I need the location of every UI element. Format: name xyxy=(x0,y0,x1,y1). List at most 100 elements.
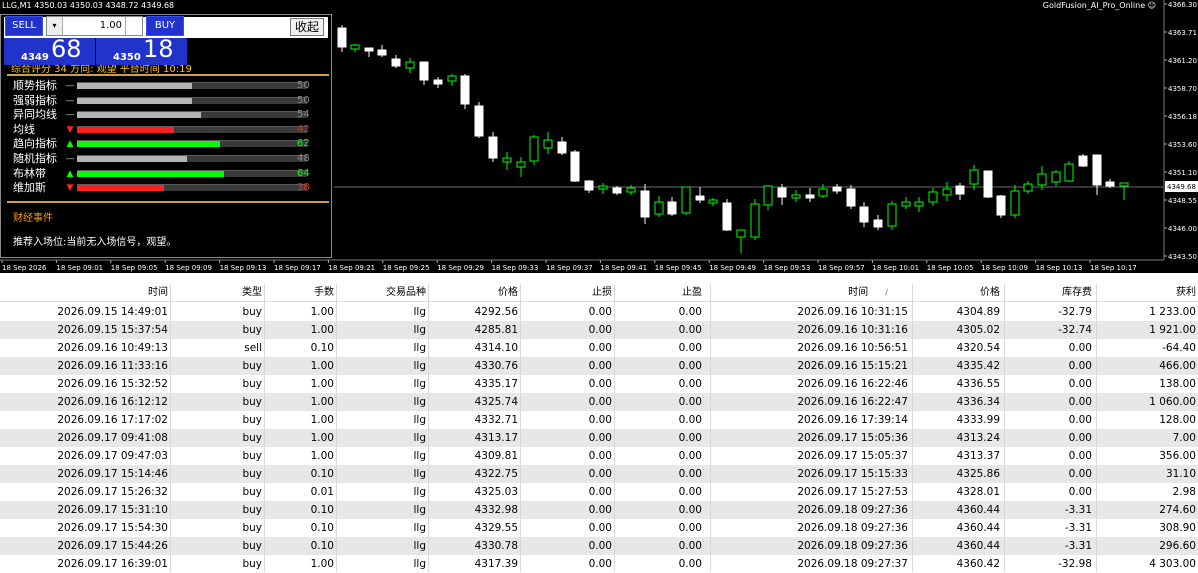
cell-lots: 1.00 xyxy=(310,396,334,408)
candle-body xyxy=(364,47,374,52)
table-row[interactable]: 2026.09.17 09:47:03 buy 1.00 llg 4309.81 0.00… xyxy=(0,447,1198,465)
cell-symbol: llg xyxy=(413,324,427,336)
cell-sl: 0.00 xyxy=(588,396,612,408)
candle-body xyxy=(791,194,801,199)
time-tick-label: 18 Sep 10:01 xyxy=(872,264,919,272)
candle-body xyxy=(969,169,979,185)
cell-tp: 0.00 xyxy=(678,558,702,570)
cell-symbol: llg xyxy=(413,558,427,570)
cell-close-price: 4360.44 xyxy=(956,504,1000,516)
table-row[interactable]: 2026.09.16 16:12:12 buy 1.00 llg 4325.74 0.00… xyxy=(0,393,1198,411)
gold-divider xyxy=(7,74,329,76)
indicator-bar xyxy=(77,169,307,177)
cell-swap: -32.79 xyxy=(1058,306,1092,318)
sell-button[interactable]: SELL xyxy=(5,16,43,36)
buy-button[interactable]: BUY xyxy=(146,16,184,36)
cell-symbol: llg xyxy=(413,396,427,408)
table-row[interactable]: 2026.09.16 10:49:13 sell 0.10 llg 4314.10 0.0… xyxy=(0,339,1198,357)
price-tick-label: 4356.18 xyxy=(1168,113,1197,121)
lot-size-input[interactable]: ▾ 1.00 xyxy=(46,16,143,36)
candle-body xyxy=(763,185,773,206)
spin-down-icon[interactable]: ▾ xyxy=(47,17,63,35)
cell-type: buy xyxy=(242,378,262,390)
cell-lots: 0.10 xyxy=(310,522,334,534)
candle-body xyxy=(419,61,429,81)
candle-body xyxy=(667,201,677,215)
cell-close-price: 4335.42 xyxy=(956,360,1000,372)
time-tick-label: 18 Sep 10:09 xyxy=(981,264,1028,272)
candle-body xyxy=(474,105,484,137)
sell-price[interactable]: 4349 68 xyxy=(4,35,95,65)
table-row[interactable]: 2026.09.16 17:17:02 buy 1.00 llg 4332.71 0.00… xyxy=(0,411,1198,429)
column-divider xyxy=(520,284,521,572)
candle-body xyxy=(708,199,718,204)
col-close-time[interactable]: 时间 / xyxy=(710,284,888,302)
col-time[interactable]: 时间 xyxy=(0,284,168,302)
candle-body xyxy=(777,187,787,198)
table-row[interactable]: 2026.09.15 14:49:01 buy 1.00 llg 4292.56 0.00… xyxy=(0,303,1198,321)
cell-sl: 0.00 xyxy=(588,324,612,336)
candle-body xyxy=(1105,181,1115,187)
price-tick-label: 4346.00 xyxy=(1168,225,1197,233)
indicator-value: 62 xyxy=(297,138,310,150)
col-close-price[interactable]: 价格 xyxy=(912,284,1000,302)
cell-symbol: llg xyxy=(413,450,427,462)
cell-tp: 0.00 xyxy=(678,432,702,444)
cell-tp: 0.00 xyxy=(678,378,702,390)
col-lots[interactable]: 手数 xyxy=(264,284,334,302)
cell-lots: 1.00 xyxy=(310,306,334,318)
candle-body xyxy=(942,188,952,196)
cell-type: buy xyxy=(242,450,262,462)
table-row[interactable]: 2026.09.17 16:39:01 buy 1.00 llg 4317.39 0.00… xyxy=(0,555,1198,573)
col-price[interactable]: 价格 xyxy=(428,284,518,302)
candle-body xyxy=(337,27,347,48)
col-symbol[interactable]: 交易品种 xyxy=(336,284,426,302)
table-row[interactable]: 2026.09.17 15:44:26 buy 0.10 llg 4330.78 0.00… xyxy=(0,537,1198,555)
cell-time: 2026.09.17 16:39:01 xyxy=(57,558,168,570)
cell-lots: 1.00 xyxy=(310,432,334,444)
table-row[interactable]: 2026.09.17 09:41:08 buy 1.00 llg 4313.17 0.00… xyxy=(0,429,1198,447)
indicator-bar xyxy=(77,125,307,133)
cell-swap: -3.31 xyxy=(1064,522,1092,534)
table-row[interactable]: 2026.09.15 15:37:54 buy 1.00 llg 4285.81 0.00… xyxy=(0,321,1198,339)
cell-close-time: 2026.09.16 10:31:15 xyxy=(797,306,908,318)
cell-tp: 0.00 xyxy=(678,468,702,480)
history-table-header: 时间 类型 手数 交易品种 价格 止损 止盈 时间 / 价格 库存费 获利 xyxy=(0,284,1198,302)
col-swap[interactable]: 库存费 xyxy=(1004,284,1092,302)
collapse-button[interactable]: 收起 xyxy=(289,18,324,36)
table-row[interactable]: 2026.09.17 15:14:46 buy 0.10 llg 4322.75 0.00… xyxy=(0,465,1198,483)
cell-time: 2026.09.15 15:37:54 xyxy=(57,324,168,336)
cell-profit: 356.00 xyxy=(1159,450,1196,462)
buy-price[interactable]: 4350 18 xyxy=(96,35,187,65)
cell-symbol: llg xyxy=(413,522,427,534)
table-row[interactable]: 2026.09.17 15:31:10 buy 0.10 llg 4332.98 0.00… xyxy=(0,501,1198,519)
table-row[interactable]: 2026.09.17 15:54:30 buy 0.10 llg 4329.55 0.00… xyxy=(0,519,1198,537)
column-divider xyxy=(614,284,615,572)
sell-price-big: 68 xyxy=(51,35,82,63)
cell-lots: 1.00 xyxy=(310,450,334,462)
sell-price-small: 4349 xyxy=(21,52,49,63)
cell-profit: 2.98 xyxy=(1172,486,1196,498)
cell-type: buy xyxy=(242,324,262,336)
cell-close-price: 4305.02 xyxy=(956,324,1000,336)
indicator-row: 趋向指标 ▲ 62 xyxy=(13,137,313,151)
col-type[interactable]: 类型 xyxy=(170,284,262,302)
time-tick-label: 18 Sep 09:45 xyxy=(655,264,702,272)
cell-close-time: 2026.09.17 15:05:36 xyxy=(797,432,908,444)
cell-price: 4330.78 xyxy=(474,540,518,552)
cell-close-time: 2026.09.18 09:27:36 xyxy=(797,522,908,534)
recommend-text: 推荐入场位:当前无入场信号，观望。 xyxy=(13,237,177,248)
price-chart[interactable]: 4366.30 4363.71 4361.20 4358.70 4356.18 4353.… xyxy=(0,0,1198,273)
table-row[interactable]: 2026.09.16 15:32:52 buy 1.00 llg 4335.17 0.00… xyxy=(0,375,1198,393)
cell-tp: 0.00 xyxy=(678,342,702,354)
candle-body xyxy=(846,188,856,207)
col-tp[interactable]: 止盈 xyxy=(614,284,702,302)
indicator-name: 布林带 xyxy=(13,166,46,180)
col-sl[interactable]: 止损 xyxy=(520,284,612,302)
col-profit[interactable]: 获利 xyxy=(1096,284,1196,302)
table-row[interactable]: 2026.09.16 11:33:16 buy 1.00 llg 4330.76 0.00… xyxy=(0,357,1198,375)
table-row[interactable]: 2026.09.17 15:26:32 buy 0.01 llg 4325.03 0.00… xyxy=(0,483,1198,501)
bid-label: 4349.68 xyxy=(1167,183,1196,191)
cell-sl: 0.00 xyxy=(588,468,612,480)
indicator-value: 38 xyxy=(297,182,310,194)
